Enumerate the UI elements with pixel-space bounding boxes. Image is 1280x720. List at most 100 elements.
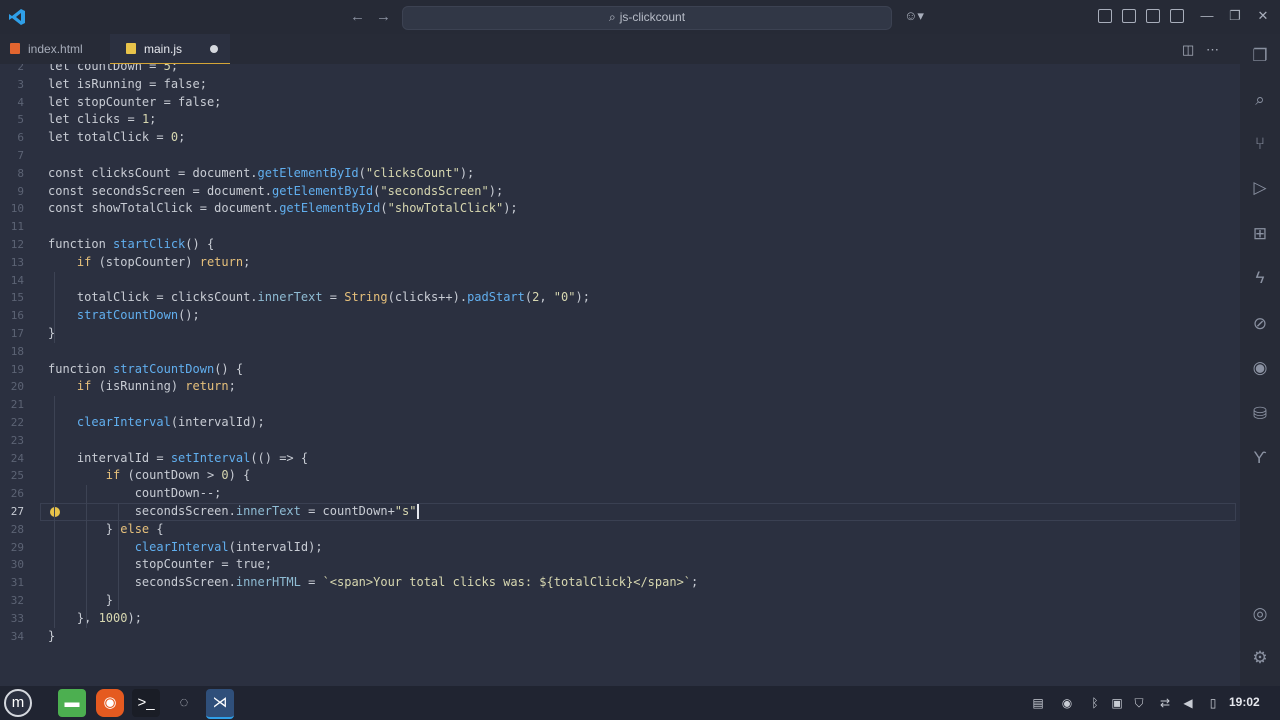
code-line[interactable]: 2 let countDown = 5; <box>0 64 1240 76</box>
tab-index-html[interactable]: index.html <box>10 34 83 64</box>
title-bar: ← → ⌕ js-clickcount ☺▾ — ❐ ✕ <box>0 0 1280 34</box>
code-line[interactable]: 25 if (countDown > 0) { <box>0 467 1240 485</box>
code-line[interactable]: 22 clearInterval(intervalId); <box>0 414 1240 432</box>
line-number: 4 <box>17 95 24 109</box>
code-line[interactable]: 33 }, 1000); <box>0 610 1240 628</box>
toggle-sidebar-icon[interactable] <box>1122 9 1136 23</box>
clipboard-icon[interactable]: ▣ <box>1110 696 1124 710</box>
code-line[interactable]: 11 <box>0 218 1240 236</box>
forward-arrow-icon[interactable]: → <box>376 8 391 25</box>
files-app-icon[interactable]: ▬ <box>58 689 86 717</box>
line-number: 2 <box>17 64 24 73</box>
line-number: 20 <box>10 380 24 394</box>
account-icon[interactable]: ◎ <box>1250 604 1270 624</box>
code-line[interactable]: 19 function stratCountDown() { <box>0 361 1240 379</box>
code-line[interactable]: 18 <box>0 343 1240 361</box>
minimize-icon[interactable]: — <box>1200 9 1214 23</box>
taskbar: m ▬ ◉ >_ ◌ ⋊ ▤ ◉ ᛒ ▣ ⛉ ⇄ ◀ ▯ 19:02 <box>0 686 1280 720</box>
code-line[interactable]: 15 totalClick = clicksCount.innerText = … <box>0 289 1240 307</box>
obs-tray-icon[interactable]: ◉ <box>1060 696 1074 710</box>
tab-main-js[interactable]: main.js <box>110 34 230 64</box>
line-number: 8 <box>17 166 24 180</box>
line-number: 28 <box>10 522 24 536</box>
code-line[interactable]: 5 let clicks = 1; <box>0 111 1240 129</box>
code-line[interactable]: 24 intervalId = setInterval(() => { <box>0 450 1240 468</box>
terminal-icon[interactable]: >_ <box>132 689 160 717</box>
shield-icon[interactable]: ⛉ <box>1132 696 1146 710</box>
line-number: 29 <box>10 540 24 554</box>
code-line[interactable]: 32 } <box>0 592 1240 610</box>
customize-layout-icon[interactable] <box>1098 9 1112 23</box>
clipboard-tray-icon[interactable]: ▤ <box>1031 696 1045 710</box>
line-number: 23 <box>10 433 24 447</box>
code-text: let stopCounter = false; <box>48 94 222 109</box>
code-line[interactable]: 6 let totalClick = 0; <box>0 129 1240 147</box>
battery-icon[interactable]: ▯ <box>1206 696 1220 710</box>
firefox-icon[interactable]: ◉ <box>96 689 124 717</box>
code-line[interactable]: 13 if (stopCounter) return; <box>0 254 1240 272</box>
code-line[interactable]: 7 <box>0 147 1240 165</box>
split-editor-icon[interactable]: ◫ <box>1182 42 1194 58</box>
code-line[interactable]: 17} <box>0 325 1240 343</box>
close-icon[interactable]: ✕ <box>1256 9 1270 23</box>
code-line[interactable]: 28 } else { <box>0 521 1240 539</box>
volume-icon[interactable]: ◀ <box>1181 696 1195 710</box>
obs-icon[interactable]: ◌ <box>170 689 198 717</box>
lightning-icon[interactable]: ϟ <box>1250 268 1270 288</box>
code-line[interactable]: 26 countDown--; <box>0 485 1240 503</box>
code-editor[interactable]: 2 let countDown = 5; 3 let isRunning = fals… <box>0 64 1240 686</box>
code-line[interactable]: 8 const clicksCount = document.getElement… <box>0 165 1240 183</box>
code-text: } <box>48 628 56 643</box>
code-line[interactable]: 14 <box>0 272 1240 290</box>
database-icon[interactable]: ⛁ <box>1250 404 1270 424</box>
maximize-icon[interactable]: ❐ <box>1228 9 1242 23</box>
vscode-taskbar-icon[interactable]: ⋊ <box>206 689 234 719</box>
explorer-icon[interactable]: ❐ <box>1250 46 1270 66</box>
command-center-search[interactable]: ⌕ js-clickcount <box>402 6 892 30</box>
code-text: if (countDown > 0) { <box>105 468 251 483</box>
code-line[interactable]: 10 const showTotalClick = document.getEle… <box>0 200 1240 218</box>
code-line[interactable]: 12 function startClick() { <box>0 236 1240 254</box>
clock[interactable]: 19:02 <box>1229 695 1260 709</box>
code-line[interactable]: 20 if (isRunning) return; <box>0 378 1240 396</box>
code-text: clearInterval(intervalId); <box>76 415 265 429</box>
search-icon[interactable]: ⌕ <box>1250 90 1270 110</box>
line-number: 27 <box>10 505 24 518</box>
more-actions-icon[interactable]: ⋯ <box>1206 42 1219 58</box>
extensions-icon[interactable]: ⊞ <box>1250 224 1270 244</box>
back-arrow-icon[interactable]: ← <box>350 8 365 25</box>
code-line[interactable]: 31 secondsScreen.innerHTML = `<span>Your… <box>0 574 1240 592</box>
toggle-secondary-sidebar-icon[interactable] <box>1170 9 1184 23</box>
code-line[interactable]: 21 <box>0 396 1240 414</box>
code-text: function startClick() { <box>48 237 215 251</box>
code-line[interactable]: 30 stopCounter = true; <box>0 556 1240 574</box>
code-line[interactable]: 4 let stopCounter = false; <box>0 94 1240 112</box>
code-line[interactable]: 27 secondsScreen.innerText = countDown+"… <box>0 503 1240 521</box>
line-number: 7 <box>17 149 24 162</box>
line-number: 33 <box>10 611 24 625</box>
code-text: countDown--; <box>48 486 222 501</box>
git-graph-icon[interactable]: ⊘ <box>1250 314 1270 334</box>
copilot-icon[interactable]: ☺▾ <box>903 9 925 23</box>
line-number: 13 <box>10 255 24 269</box>
settings-gear-icon[interactable]: ⚙ <box>1250 648 1270 668</box>
line-number: 9 <box>17 184 24 198</box>
bluetooth-icon[interactable]: ᛒ <box>1088 696 1102 710</box>
toggle-panel-icon[interactable] <box>1146 9 1160 23</box>
code-line[interactable]: 3 let isRunning = false; <box>0 76 1240 94</box>
code-text: secondsScreen.innerHTML = `<span>Your to… <box>48 575 699 590</box>
source-control-icon[interactable]: ⑂ <box>1250 134 1270 154</box>
feather-icon[interactable]: ϒ <box>1250 448 1270 468</box>
code-line[interactable]: 9 const secondsScreen = document.getEleme… <box>0 183 1240 201</box>
mint-menu-icon[interactable]: m <box>4 689 32 717</box>
network-icon[interactable]: ⇄ <box>1158 696 1172 710</box>
unsaved-dot-icon[interactable] <box>210 45 218 53</box>
code-line[interactable]: 23 <box>0 432 1240 450</box>
run-debug-icon[interactable]: ▷ <box>1250 178 1270 198</box>
code-line[interactable]: 16 stratCountDown(); <box>0 307 1240 325</box>
code-line[interactable]: 29 clearInterval(intervalId); <box>0 539 1240 557</box>
github-icon[interactable]: ◉ <box>1250 358 1270 378</box>
tab-label: index.html <box>28 42 83 56</box>
code-line[interactable]: 34} <box>0 628 1240 646</box>
line-number: 3 <box>17 77 24 91</box>
